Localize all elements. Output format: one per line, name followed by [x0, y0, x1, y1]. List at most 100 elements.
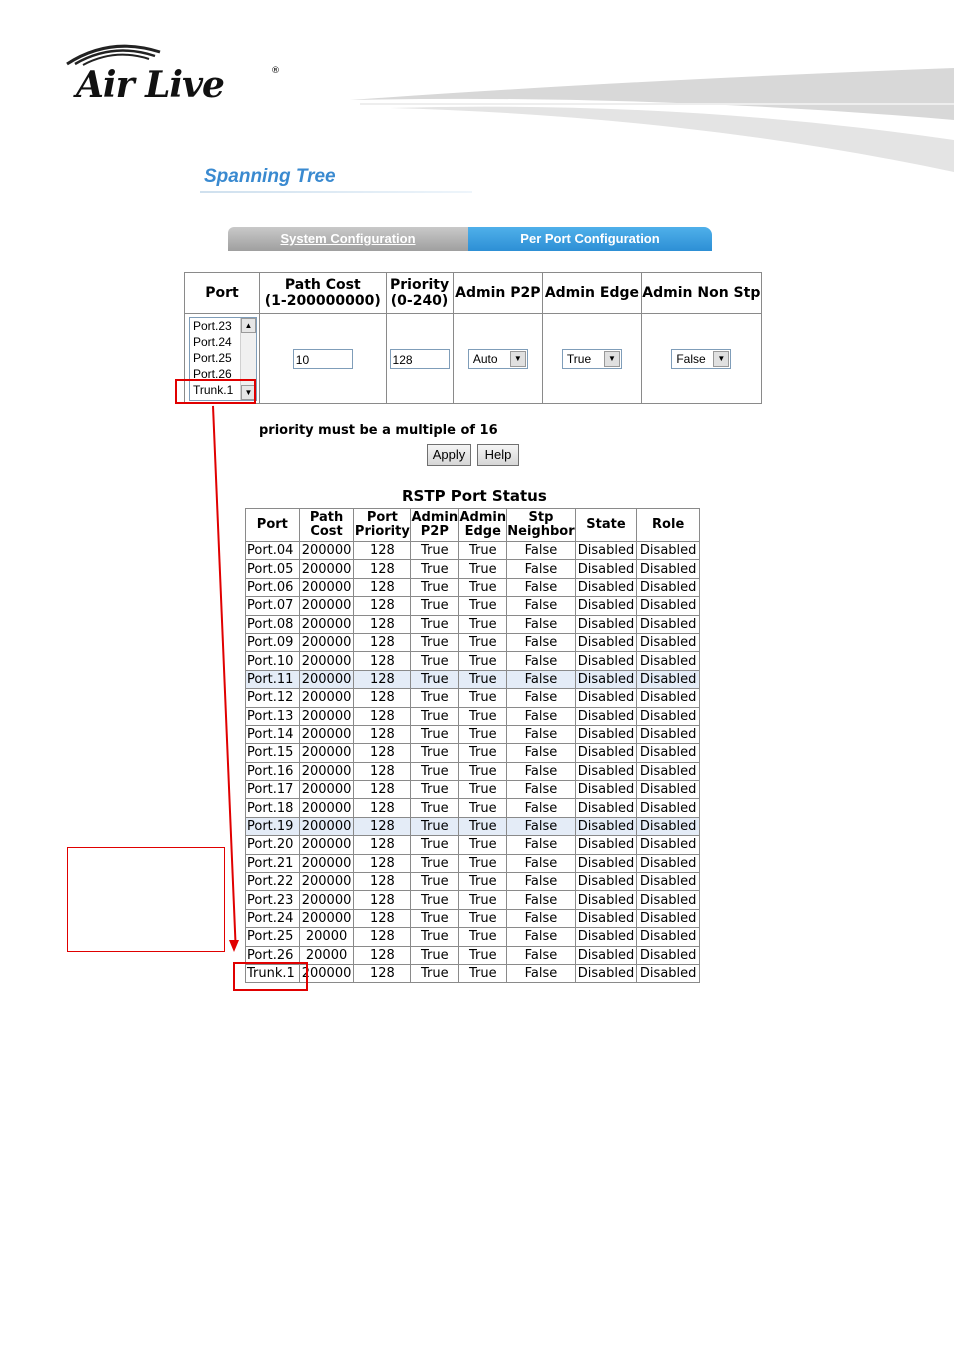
- cell-stp-neighbor: False: [506, 651, 576, 671]
- cell-port: Port.12: [245, 688, 300, 708]
- cell-admin-p2p: True: [410, 927, 460, 947]
- page-title: Spanning Tree: [204, 166, 336, 187]
- table-row: Port.13 200000 128 True True False Disabled Dis…: [245, 706, 700, 726]
- cell-state: Disabled: [574, 853, 638, 874]
- cell-port: Port.22: [245, 872, 300, 892]
- status-table-body: Port.04 200000 128 True True False Disabled Dis…: [245, 540, 700, 984]
- chevron-down-icon[interactable]: ▼: [603, 350, 620, 367]
- admin-non-stp-cell: False ▼: [640, 313, 763, 404]
- status-col-stp-neighbor-l2: Neighbor: [507, 524, 575, 539]
- cell-admin-edge: True: [458, 890, 508, 910]
- cell-stp-neighbor: False: [506, 724, 576, 745]
- cell-admin-edge: True: [458, 614, 508, 634]
- cell-state: Disabled: [574, 724, 638, 745]
- cell-port: Port.13: [245, 706, 300, 726]
- status-col-port-priority-l2: Priority: [354, 524, 410, 539]
- cell-state: Disabled: [574, 669, 638, 690]
- cell-role: Disabled: [636, 816, 700, 837]
- cell-stp-neighbor: False: [506, 743, 576, 763]
- cell-state: Disabled: [574, 632, 638, 653]
- status-col-admin-p2p-l2: P2P: [420, 524, 449, 539]
- cell-port: Port.14: [245, 724, 300, 745]
- cell-path-cost: 20000: [298, 927, 355, 947]
- tab-per-port-configuration[interactable]: Per Port Configuration: [468, 227, 712, 251]
- table-row: Port.07 200000 128 True True False Disabled Dis…: [245, 596, 700, 616]
- cell-admin-p2p: True: [410, 669, 460, 690]
- cell-admin-p2p: True: [410, 724, 460, 745]
- cell-stp-neighbor: False: [506, 761, 576, 782]
- cell-path-cost: 200000: [298, 559, 355, 579]
- table-row: Port.08 200000 128 True True False Disabled Dis…: [245, 614, 700, 634]
- cell-admin-edge: True: [458, 816, 508, 837]
- cell-path-cost: 200000: [298, 853, 355, 874]
- col-path-cost: Path Cost (1-200000000): [258, 271, 387, 315]
- cell-state: Disabled: [574, 614, 638, 634]
- admin-non-stp-select[interactable]: False ▼: [671, 348, 732, 369]
- cell-path-cost: 200000: [298, 890, 355, 910]
- path-cost-input[interactable]: 10: [292, 348, 353, 369]
- cell-admin-p2p: True: [410, 577, 460, 598]
- admin-edge-select[interactable]: True ▼: [561, 348, 622, 369]
- table-row: Port.15 200000 128 True True False Disabled Dis…: [245, 743, 700, 763]
- cell-port: Port.21: [245, 853, 300, 874]
- cell-port: Port.24: [245, 908, 300, 929]
- cell-path-cost: 200000: [298, 706, 355, 726]
- priority-note: priority must be a multiple of 16: [259, 423, 498, 438]
- cell-port-priority: 128: [353, 743, 412, 763]
- rstp-status-title: RSTP Port Status: [402, 487, 547, 505]
- cell-admin-p2p: True: [410, 688, 460, 708]
- cell-admin-p2p: True: [410, 559, 460, 579]
- cell-admin-edge: True: [458, 872, 508, 892]
- status-col-port-priority: Port Priority: [353, 508, 412, 542]
- col-admin-edge: Admin Edge: [542, 271, 642, 315]
- cell-port: Port.07: [245, 596, 300, 616]
- status-col-port: Port: [245, 508, 300, 542]
- cell-port-priority: 128: [353, 908, 412, 929]
- annotation-highlight-trunk-row: [233, 962, 308, 991]
- cell-admin-edge: True: [458, 577, 508, 598]
- chevron-down-icon[interactable]: ▼: [713, 350, 730, 367]
- col-path-cost-label: Path Cost: [284, 277, 361, 294]
- cell-admin-p2p: True: [410, 632, 460, 653]
- cell-role: Disabled: [636, 761, 700, 782]
- cell-port: Port.09: [245, 632, 300, 653]
- cell-port-priority: 128: [353, 927, 412, 947]
- admin-p2p-select[interactable]: Auto ▼: [467, 348, 528, 369]
- table-row: Trunk.1 200000 128 True True False Disabled Dis…: [245, 963, 700, 984]
- cell-role: Disabled: [636, 706, 700, 726]
- cell-path-cost: 200000: [298, 614, 355, 634]
- cell-admin-edge: True: [458, 540, 508, 561]
- cell-stp-neighbor: False: [506, 890, 576, 910]
- chevron-down-icon[interactable]: ▼: [509, 350, 526, 367]
- scroll-up-icon[interactable]: ▲: [241, 317, 256, 333]
- table-row: Port.11 200000 128 True True False Disabled Dis…: [245, 669, 700, 690]
- cell-role: Disabled: [636, 872, 700, 892]
- cell-state: Disabled: [574, 835, 638, 855]
- status-col-port-priority-l1: Port: [366, 510, 398, 525]
- cell-state: Disabled: [574, 559, 638, 579]
- cell-port: Port.18: [245, 798, 300, 818]
- tab-system-configuration[interactable]: System Configuration: [228, 227, 468, 251]
- cell-state: Disabled: [574, 743, 638, 763]
- table-row: Port.06 200000 128 True True False Disabled Dis…: [245, 577, 700, 598]
- help-button[interactable]: Help: [477, 444, 519, 466]
- cell-stp-neighbor: False: [506, 927, 576, 947]
- cell-state: Disabled: [574, 816, 638, 837]
- cell-port-priority: 128: [353, 706, 412, 726]
- table-row: Port.16 200000 128 True True False Disabled Dis…: [245, 761, 700, 782]
- cell-stp-neighbor: False: [506, 706, 576, 726]
- cell-admin-p2p: True: [410, 706, 460, 726]
- cell-admin-p2p: True: [410, 540, 460, 561]
- priority-input[interactable]: 128: [389, 348, 450, 369]
- cell-port: Port.06: [245, 577, 300, 598]
- status-col-stp-neighbor-l1: Stp: [528, 510, 554, 525]
- table-row: Port.17 200000 128 True True False Disabled Dis…: [245, 780, 700, 800]
- cell-role: Disabled: [636, 927, 700, 947]
- status-col-state: State: [574, 508, 638, 542]
- apply-button[interactable]: Apply: [427, 444, 471, 466]
- col-admin-p2p: Admin P2P: [452, 271, 544, 315]
- col-priority-range: (0-240): [390, 293, 449, 310]
- cell-port: Port.25: [245, 927, 300, 947]
- cell-state: Disabled: [574, 945, 638, 965]
- cell-admin-edge: True: [458, 724, 508, 745]
